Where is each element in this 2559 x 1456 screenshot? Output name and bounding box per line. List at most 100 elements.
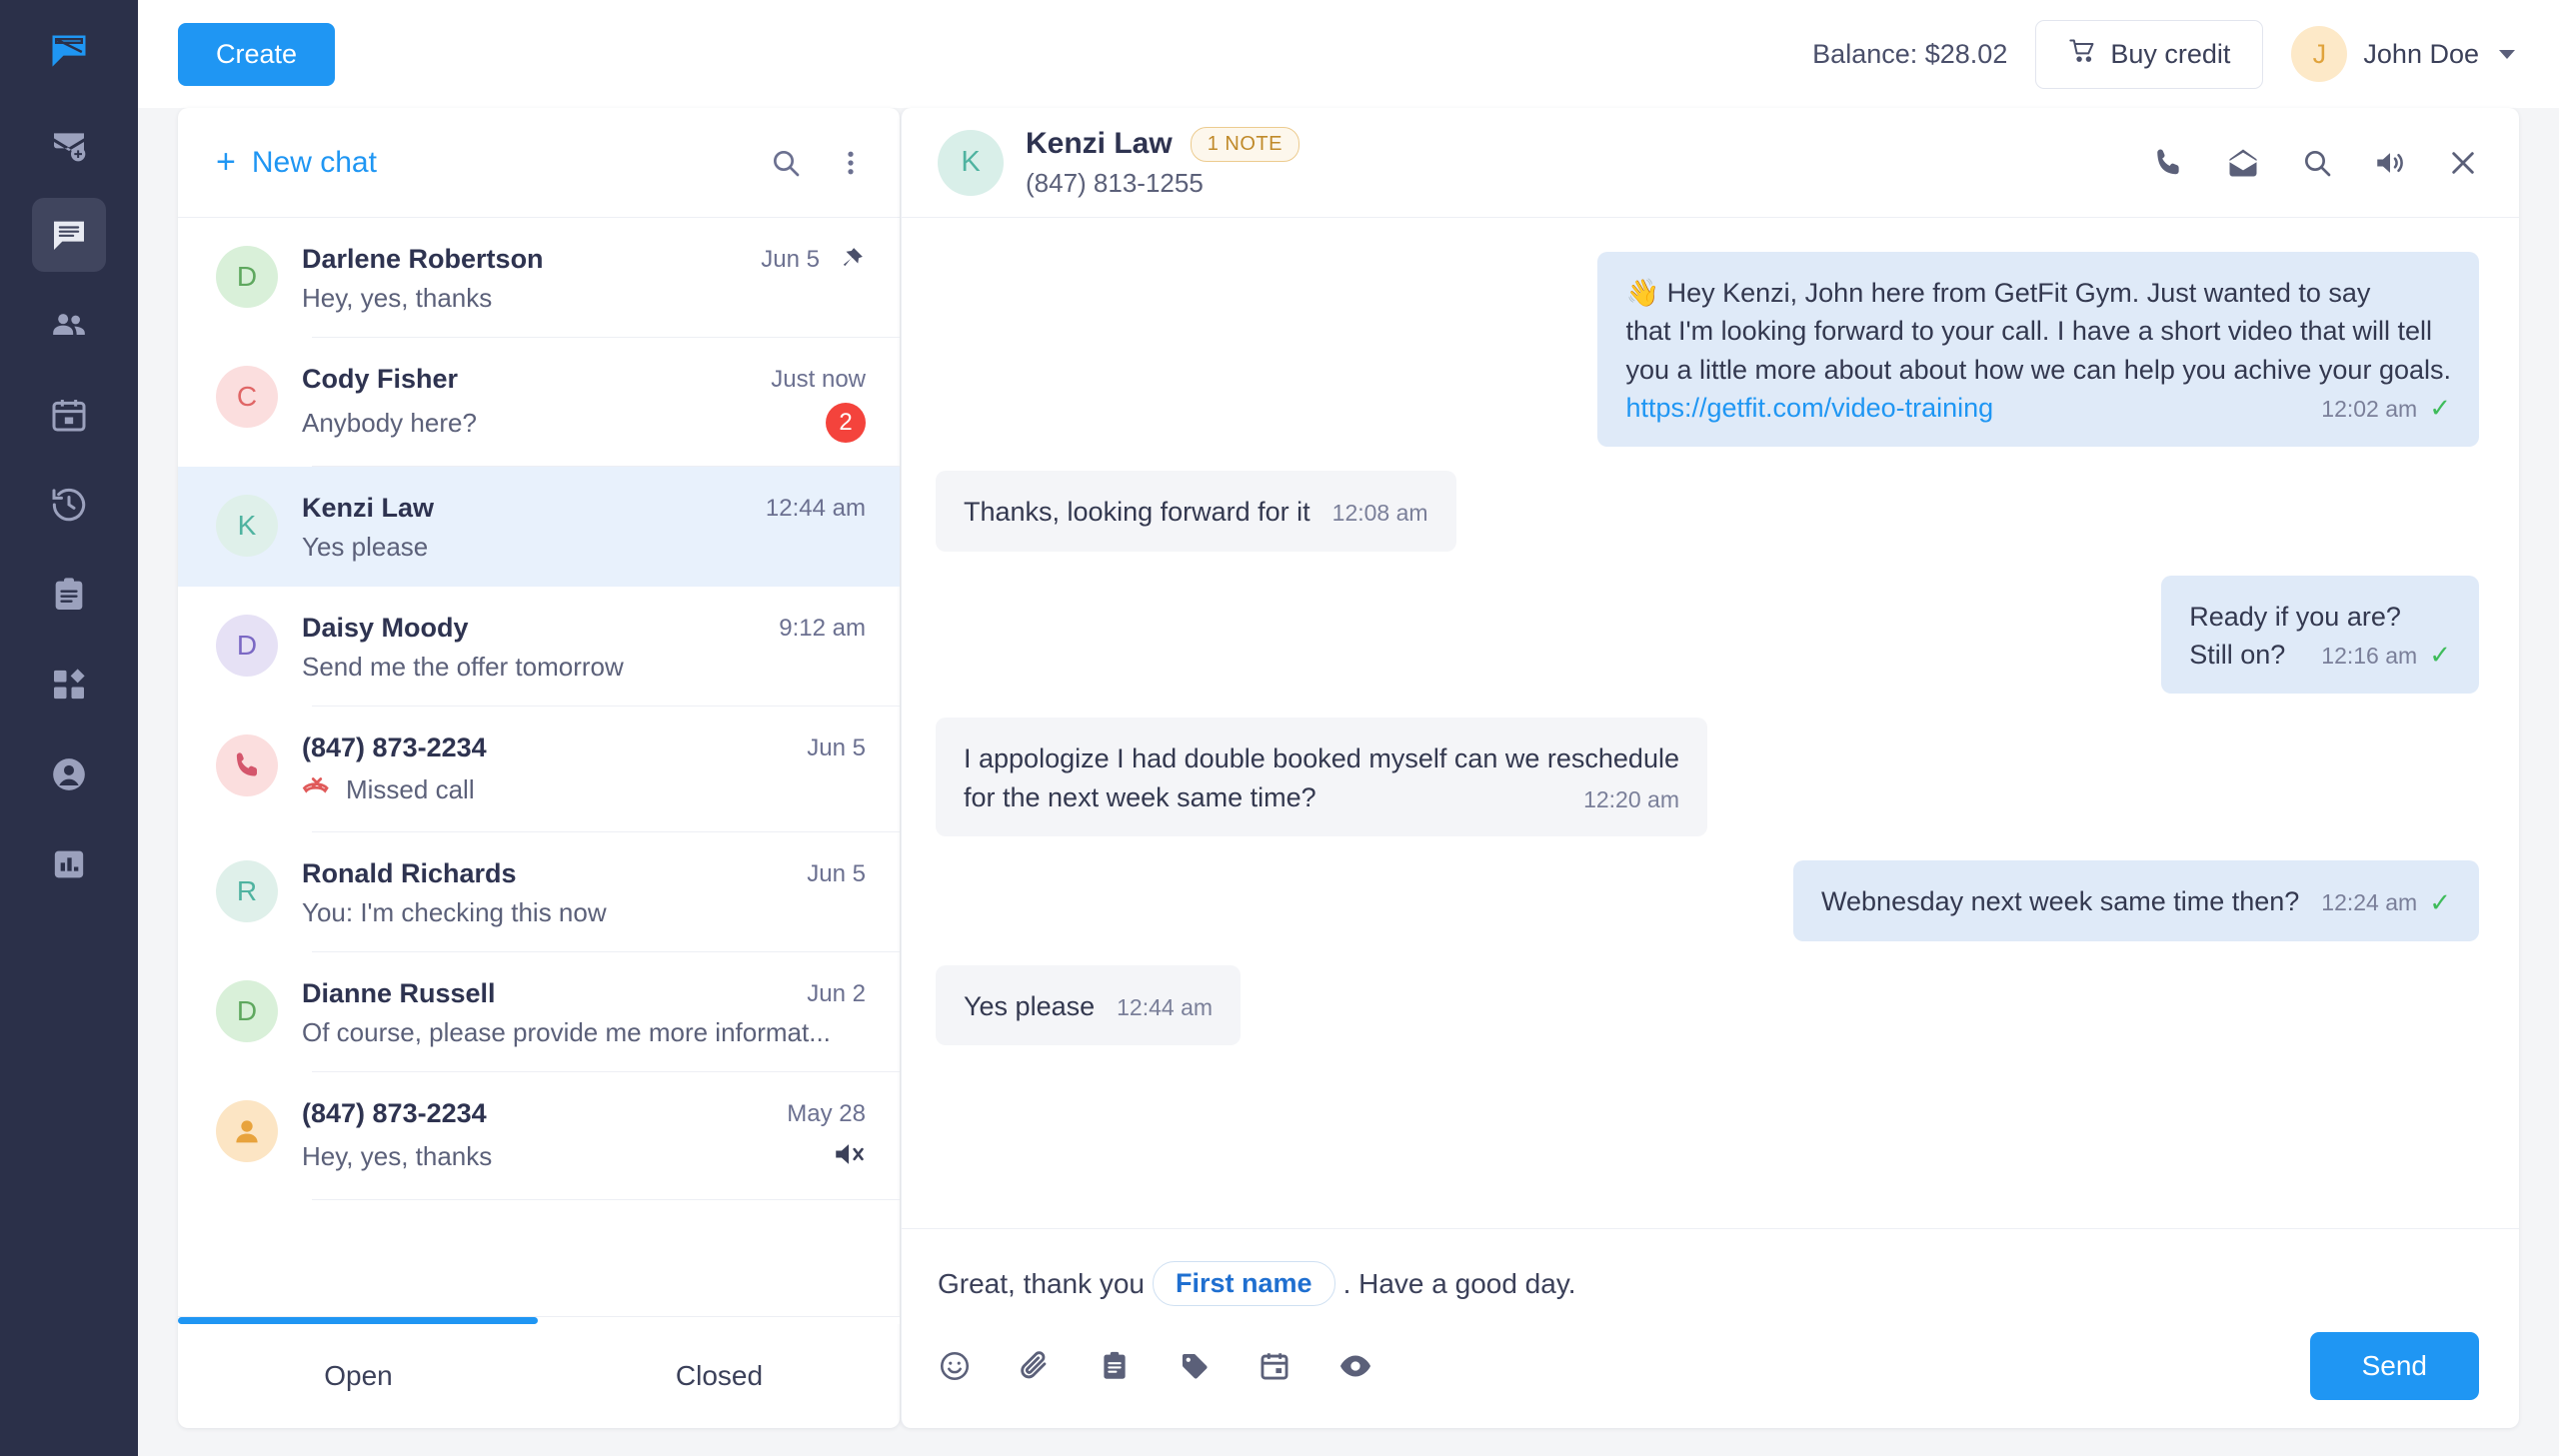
chat-list-header-icons [770, 147, 866, 179]
sidebar-item-integrations[interactable] [32, 648, 106, 722]
message-time: 12:24 am [2321, 888, 2418, 915]
chat-list-item-status [818, 1137, 866, 1176]
sidebar-item-calendar[interactable] [32, 378, 106, 452]
call-button[interactable] [2151, 146, 2185, 180]
sidebar-item-new-message[interactable] [32, 108, 106, 182]
avatar: C [216, 366, 278, 428]
preview-button[interactable] [1337, 1348, 1373, 1384]
apps-icon [49, 665, 89, 705]
sidebar-item-templates[interactable] [32, 558, 106, 632]
incoming-message-bubble: Yes please 12:44 am [936, 964, 1242, 1046]
message-text-line: for the next week same time? [964, 781, 1316, 812]
message-text-line: 👋 Hey Kenzi, John here from GetFit Gym. … [1625, 278, 2371, 308]
chat-list-item[interactable]: R Ronald Richards Jun 5 You: I'm checking t… [178, 832, 900, 952]
content-area: + New chat D Darlene Robertson Jun 5 Hey, y… [138, 108, 2559, 1456]
chat-list-header: + New chat [178, 108, 900, 218]
missed-call-label: Missed call [302, 771, 475, 808]
buy-credit-button[interactable]: Buy credit [2035, 19, 2264, 89]
schedule-button[interactable] [1258, 1349, 1291, 1383]
search-conversation-button[interactable] [2301, 147, 2333, 179]
avatar: D [216, 980, 278, 1042]
chat-list-item[interactable]: D Daisy Moody 9:12 am Send me the offer tom… [178, 587, 900, 707]
conversation-panel: K Kenzi Law 1 NOTE (847) 813-1255 👋 Hey … [901, 108, 2519, 1428]
tag-button[interactable] [1178, 1349, 1212, 1383]
chat-list-item-preview: Of course, please provide me more inform… [302, 1017, 831, 1047]
chat-lines-icon [49, 215, 89, 255]
chat-list-item-body: Darlene Robertson Jun 5 Hey, yes, thanks [302, 244, 866, 314]
message-row: 👋 Hey Kenzi, John here from GetFit Gym. … [936, 252, 2479, 448]
chat-list-item-body: Ronald Richards Jun 5 You: I'm checking th… [302, 858, 866, 928]
delivered-icon: ✓ [2429, 393, 2451, 424]
chat-list-item-bottom-row: Hey, yes, thanks [302, 1137, 866, 1176]
note-badge[interactable]: 1 NOTE [1190, 126, 1299, 162]
template-button[interactable] [1098, 1349, 1132, 1383]
chat-list-item-name: Daisy Moody [302, 613, 469, 643]
variable-chip-first-name[interactable]: First name [1153, 1261, 1335, 1306]
sidebar-item-inbox[interactable] [32, 198, 106, 272]
mute-icon[interactable] [832, 1137, 866, 1176]
chat-list-item-time: 9:12 am [779, 614, 866, 642]
horizontal-scrollbar[interactable] [178, 1317, 900, 1324]
chat-list-tabs: Open Closed [178, 1324, 900, 1428]
chat-list-item[interactable]: K Kenzi Law 12:44 am Yes please [178, 467, 900, 587]
tab-open[interactable]: Open [178, 1324, 539, 1428]
message-row: Thanks, looking forward for it 12:08 am [936, 471, 2479, 552]
mark-unread-button[interactable] [2225, 145, 2261, 181]
composer: Great, thank you First name . Have a goo… [902, 1228, 2519, 1306]
chat-list-item-bottom-row: Anybody here? 2 [302, 403, 866, 443]
chat-list-item-body: (847) 873-2234 May 28 Hey, yes, thanks [302, 1098, 866, 1176]
message-input[interactable]: Great, thank you First name . Have a goo… [938, 1261, 2479, 1306]
chat-list-item-name: Dianne Russell [302, 978, 496, 1008]
mute-button[interactable] [2373, 146, 2407, 180]
chat-list-item[interactable]: (847) 873-2234 May 28 Hey, yes, thanks [178, 1072, 900, 1200]
incoming-message-bubble: I appologize I had double booked myself … [936, 718, 1707, 836]
chat-list-item-bottom-row: Missed call [302, 771, 866, 808]
user-menu[interactable]: J John Doe [2291, 26, 2515, 82]
delivered-icon: ✓ [2429, 640, 2451, 671]
chat-list-item-time: Jun 2 [807, 979, 866, 1007]
send-button[interactable]: Send [2309, 1332, 2479, 1400]
chat-list-item-body: Cody Fisher Just now Anybody here? 2 [302, 364, 866, 443]
chat-list-item-time: Jun 5 [807, 859, 866, 887]
calendar-icon [49, 395, 89, 435]
chat-list-item-top-row: (847) 873-2234 May 28 [302, 1098, 866, 1129]
composer-text-before: Great, thank you [938, 1267, 1146, 1299]
new-chat-button[interactable]: + New chat [216, 143, 377, 182]
message-text: Yes please [964, 990, 1096, 1021]
balance-label: Balance: $28.02 [1812, 38, 2008, 69]
message-link[interactable]: https://getfit.com/video-training [1625, 389, 1993, 427]
sidebar-item-reports[interactable] [32, 827, 106, 901]
chat-list-item[interactable]: (847) 873-2234 Jun 5 Missed call [178, 707, 900, 832]
left-nav-rail [0, 0, 138, 1456]
chat-list-item-bottom-row: Of course, please provide me more inform… [302, 1017, 866, 1048]
close-conversation-button[interactable] [2447, 147, 2479, 179]
chat-list-item[interactable]: D Dianne Russell Jun 2 Of course, please pr… [178, 952, 900, 1072]
avatar: K [216, 495, 278, 557]
message-time: 12:16 am [2321, 642, 2418, 669]
scrollbar-thumb[interactable] [178, 1317, 538, 1324]
emoji-button[interactable] [938, 1349, 972, 1383]
avatar: J [2291, 26, 2348, 82]
sidebar-item-account[interactable] [32, 737, 106, 811]
avatar: K [938, 129, 1004, 196]
clipboard-icon [49, 575, 89, 615]
pin-icon[interactable] [836, 245, 866, 275]
search-icon[interactable] [770, 147, 802, 179]
outgoing-message-bubble: Ready if you are? Still on? 12:16 am ✓ [2161, 575, 2479, 695]
create-button[interactable]: Create [178, 22, 336, 86]
chat-logo-icon [39, 22, 99, 82]
more-vertical-icon[interactable] [836, 148, 866, 178]
user-name-label: John Doe [2363, 38, 2479, 69]
chat-list-item[interactable]: D Darlene Robertson Jun 5 Hey, yes, thanks [178, 218, 900, 338]
attachment-button[interactable] [1018, 1349, 1052, 1383]
message-text-line: I appologize I had double booked myself … [964, 743, 1679, 774]
sidebar-item-history[interactable] [32, 468, 106, 542]
account-icon [49, 754, 89, 794]
chat-list-item[interactable]: C Cody Fisher Just now Anybody here? 2 [178, 338, 900, 467]
buy-credit-label: Buy credit [2110, 38, 2231, 69]
sidebar-item-contacts[interactable] [32, 288, 106, 362]
divider [312, 1199, 900, 1200]
tab-closed[interactable]: Closed [539, 1324, 900, 1428]
history-icon [49, 485, 89, 525]
chat-list-item-top-row: Darlene Robertson Jun 5 [302, 244, 866, 275]
